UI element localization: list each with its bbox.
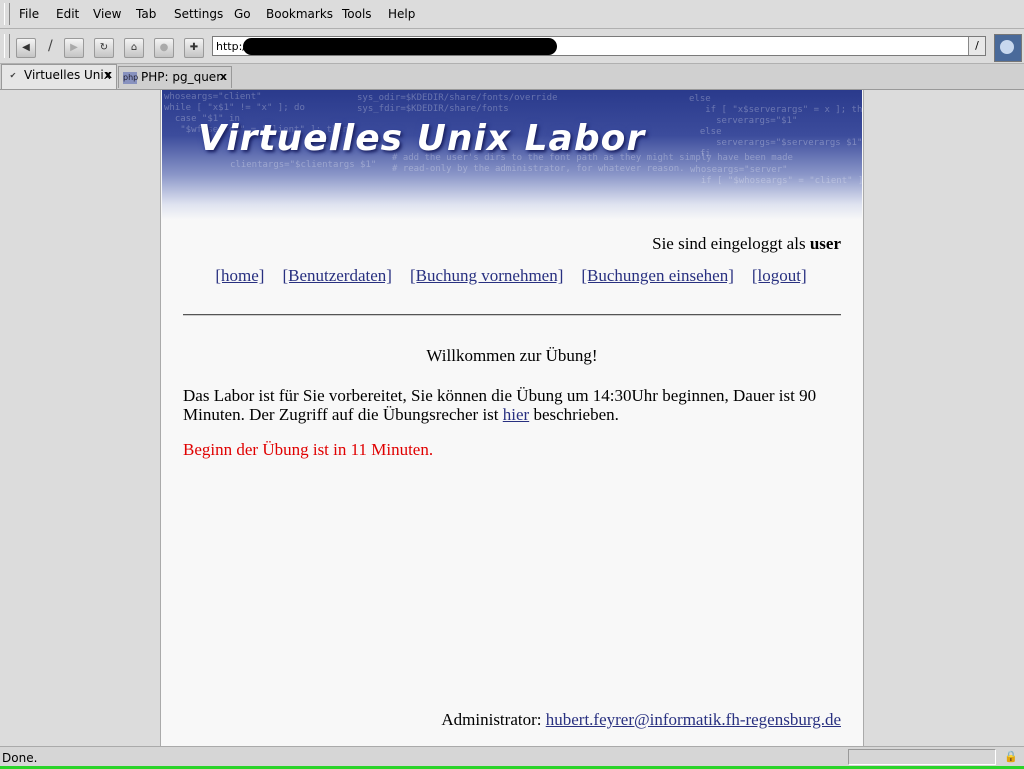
nav-link-buchungen-einsehen[interactable]: [Buchungen einsehen]	[581, 266, 733, 285]
security-lock-icon[interactable]: 🔒	[1004, 750, 1018, 764]
content-viewport: whoseargs="client" while [ "x$1" != "x" …	[0, 90, 1024, 746]
menu-go[interactable]: Go	[234, 7, 251, 21]
status-text: Done.	[2, 751, 38, 765]
forward-icon[interactable]: ▶	[64, 38, 84, 58]
login-username: user	[809, 234, 841, 253]
tab-label: PHP: pg_quer	[141, 70, 222, 84]
menu-bookmarks[interactable]: Bookmarks	[266, 7, 333, 21]
menu-edit[interactable]: Edit	[56, 7, 79, 21]
login-status: Sie sind eingeloggt als user	[652, 234, 841, 253]
banner-code-client: clientargs="$clientargs $1"	[230, 160, 377, 170]
throbber-icon[interactable]	[994, 34, 1022, 62]
status-bar: Done. 🔒	[0, 746, 1024, 769]
welcome-heading: Willkommen zur Übung!	[426, 346, 598, 365]
admin-email-link[interactable]: hubert.feyrer@informatik.fh-regensburg.d…	[546, 710, 841, 729]
header-banner: whoseargs="client" while [ "x$1" != "x" …	[162, 90, 862, 220]
banner-title: Virtuelles Unix Labor	[198, 118, 646, 159]
go-button[interactable]: /	[968, 37, 985, 55]
url-input[interactable]: http:/ /	[212, 36, 986, 56]
web-page: whoseargs="client" while [ "x$1" != "x" …	[160, 90, 864, 746]
close-tab-icon[interactable]: x	[105, 65, 112, 85]
nav-link-logout[interactable]: [logout]	[752, 266, 807, 285]
mozilla-favicon-icon: ✔	[9, 70, 17, 80]
menu-tools[interactable]: Tools	[342, 7, 372, 21]
countdown-message: Beginn der Übung ist in 11 Minuten.	[183, 440, 434, 459]
info-paragraph: Das Labor ist für Sie vorbereitet, Sie k…	[183, 386, 817, 424]
menu-bar: File Edit View Tab Settings Go Bookmarks…	[0, 0, 1024, 29]
stop-icon[interactable]: ●	[154, 38, 174, 58]
reload-icon[interactable]: ↻	[94, 38, 114, 58]
url-redaction	[243, 38, 557, 55]
tab-php-pg-query[interactable]: php PHP: pg_quer x	[118, 66, 232, 88]
menu-settings[interactable]: Settings	[174, 7, 223, 21]
admin-contact: Administrator: hubert.feyrer@informatik.…	[441, 710, 841, 729]
status-progress-cell	[848, 749, 996, 765]
divider	[183, 314, 841, 316]
tab-strip: ✔ Virtuelles Unix x php PHP: pg_quer x	[0, 64, 1024, 90]
banner-code-right: else if [ "x$serverargs" = x ]; then ser…	[689, 94, 862, 159]
close-tab-icon[interactable]: x	[220, 67, 227, 87]
nav-link-buchung-vornehmen[interactable]: [Buchung vornehmen]	[410, 266, 563, 285]
nav-link-benutzerdaten[interactable]: [Benutzerdaten]	[282, 266, 392, 285]
tab-virtuelles-unix[interactable]: ✔ Virtuelles Unix x	[1, 64, 117, 89]
php-favicon-icon: php	[123, 71, 139, 84]
separator-slash: /	[48, 38, 53, 54]
banner-code-mid: sys_odir=$KDEDIR/share/fonts/override sy…	[357, 93, 558, 114]
url-text: http:/	[216, 40, 246, 53]
menubar-grip[interactable]	[4, 3, 10, 25]
nav-link-home[interactable]: [home]	[215, 266, 264, 285]
tab-label: Virtuelles Unix	[24, 68, 111, 82]
back-icon[interactable]: ◀	[16, 38, 36, 58]
hier-link[interactable]: hier	[503, 405, 529, 424]
menu-view[interactable]: View	[93, 7, 121, 21]
menu-tab[interactable]: Tab	[136, 7, 156, 21]
nav-links: [home] [Benutzerdaten] [Buchung vornehmen]…	[201, 266, 821, 285]
banner-code-right2: whoseargs="server" if [ "$whoseargs" = "…	[690, 165, 862, 186]
new-tab-icon[interactable]: ✚	[184, 38, 204, 58]
home-icon[interactable]: ⌂	[124, 38, 144, 58]
menu-file[interactable]: File	[19, 7, 39, 21]
menu-help[interactable]: Help	[388, 7, 415, 21]
toolbar-grip[interactable]	[4, 34, 10, 58]
